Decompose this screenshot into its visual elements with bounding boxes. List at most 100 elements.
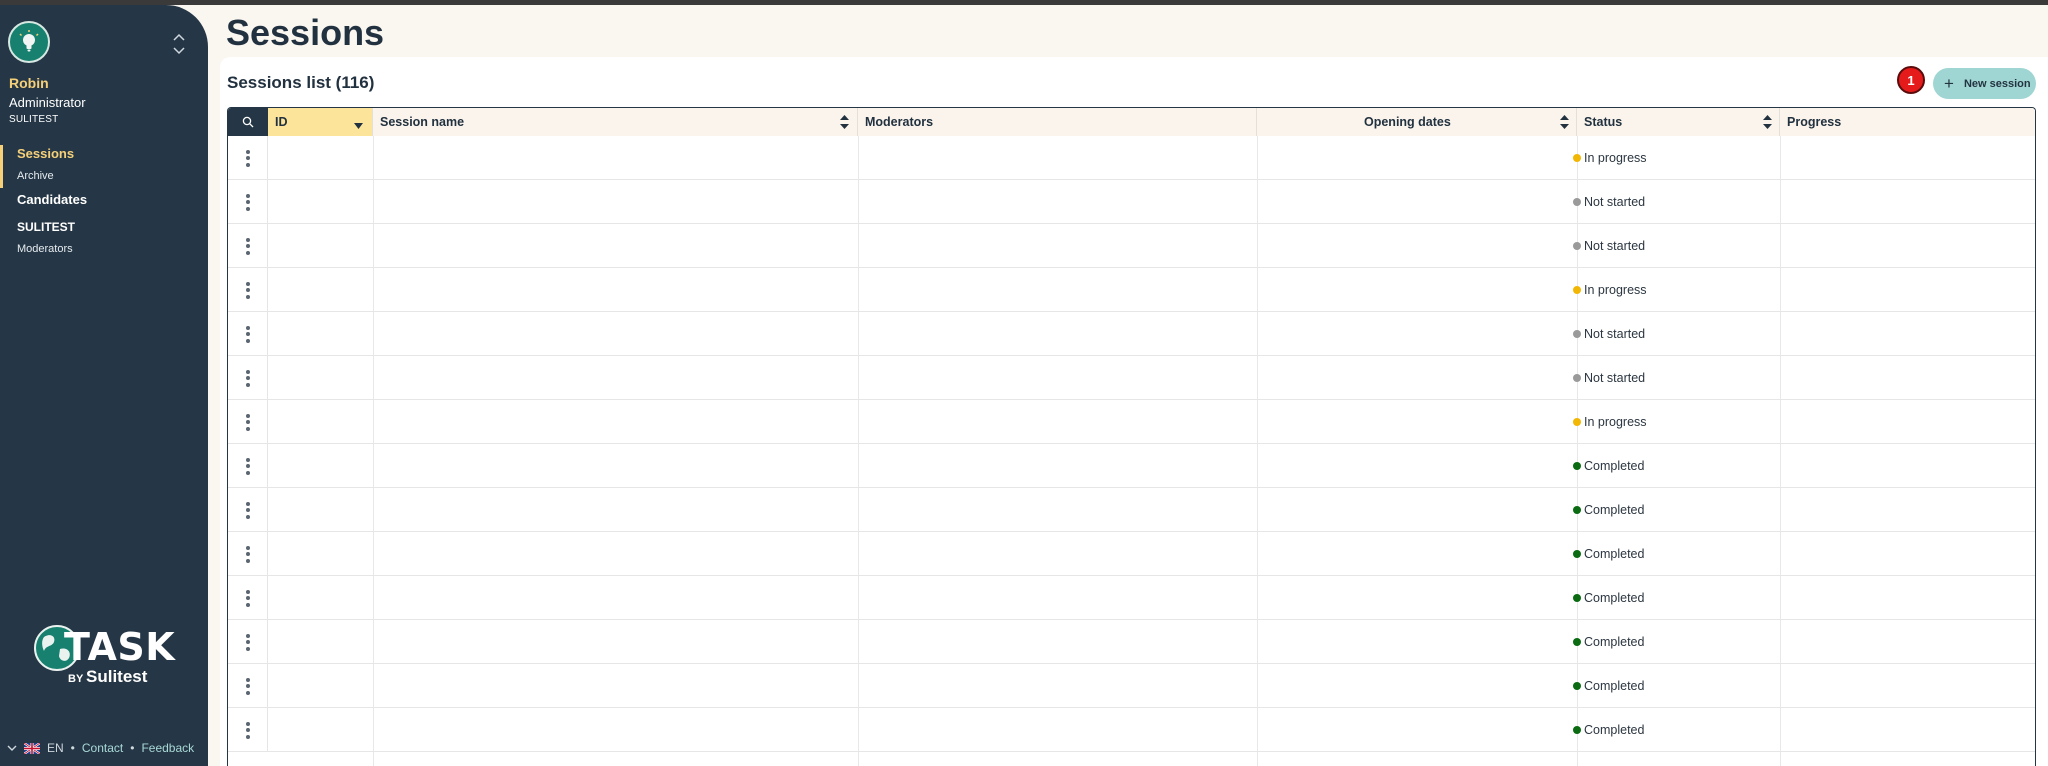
footer-separator: • bbox=[70, 741, 75, 755]
table-row[interactable]: In progress bbox=[228, 136, 2035, 180]
status-label: Completed bbox=[1584, 503, 1645, 517]
new-session-label: New session bbox=[1963, 77, 2031, 90]
new-session-button[interactable]: + New session bbox=[1933, 68, 2036, 99]
row-menu-button[interactable] bbox=[228, 136, 268, 180]
nav-group-candidates: Candidates bbox=[0, 191, 208, 209]
table-row[interactable]: Completed bbox=[228, 620, 2035, 664]
status-dot-icon bbox=[1573, 330, 1581, 338]
status-label: Not started bbox=[1584, 195, 1646, 209]
table-row[interactable]: Completed bbox=[228, 708, 2035, 752]
notification-badge[interactable]: 1 bbox=[1897, 66, 1925, 94]
status-label: Completed bbox=[1584, 591, 1645, 605]
sidebar-item-moderators[interactable]: Moderators bbox=[0, 241, 208, 257]
more-vertical-icon bbox=[245, 281, 250, 299]
row-menu-button[interactable] bbox=[228, 620, 268, 664]
sort-desc-icon[interactable] bbox=[354, 119, 363, 133]
chevron-down-icon[interactable] bbox=[7, 741, 17, 755]
sidebar-item-sessions[interactable]: Sessions bbox=[3, 145, 208, 163]
table-row[interactable]: Not started bbox=[228, 180, 2035, 224]
row-menu-button[interactable] bbox=[228, 708, 268, 752]
more-vertical-icon bbox=[245, 149, 250, 167]
search-icon bbox=[242, 116, 254, 128]
user-name: Robin bbox=[9, 75, 49, 91]
status-badge: Not started bbox=[1573, 180, 1645, 224]
column-header-progress-label: Progress bbox=[1787, 115, 1842, 129]
row-menu-button[interactable] bbox=[228, 532, 268, 576]
status-badge: Completed bbox=[1573, 708, 1644, 752]
table-row[interactable]: Completed bbox=[228, 444, 2035, 488]
footer-separator: • bbox=[130, 741, 135, 755]
status-badge: In progress bbox=[1573, 136, 1647, 180]
uk-flag-icon[interactable] bbox=[23, 741, 41, 755]
status-dot-icon bbox=[1573, 506, 1581, 514]
row-menu-button[interactable] bbox=[228, 664, 268, 708]
column-header-moderators: Moderators bbox=[858, 108, 1257, 136]
language-label[interactable]: EN bbox=[47, 741, 64, 755]
more-vertical-icon bbox=[245, 589, 250, 607]
status-label: Completed bbox=[1584, 635, 1645, 649]
status-dot-icon bbox=[1573, 594, 1581, 602]
sidebar-item-candidates[interactable]: Candidates bbox=[0, 191, 208, 209]
row-menu-button[interactable] bbox=[228, 444, 268, 488]
window-top-bar bbox=[0, 0, 2048, 5]
status-label: Completed bbox=[1584, 723, 1645, 737]
table-header: ID Session name Moderators Opening dates… bbox=[228, 108, 2035, 136]
sessions-table: ID Session name Moderators Opening dates… bbox=[227, 107, 2036, 766]
sort-icon[interactable] bbox=[1560, 115, 1569, 129]
status-badge: Completed bbox=[1573, 576, 1644, 620]
status-label: Not started bbox=[1584, 371, 1646, 385]
status-label: In progress bbox=[1584, 283, 1647, 297]
table-row[interactable]: Not started bbox=[228, 356, 2035, 400]
table-row[interactable]: Completed bbox=[228, 488, 2035, 532]
more-vertical-icon bbox=[245, 721, 250, 739]
table-row[interactable]: Completed bbox=[228, 532, 2035, 576]
status-label: Not started bbox=[1584, 327, 1646, 341]
table-row[interactable]: Completed bbox=[228, 576, 2035, 620]
table-row[interactable]: Completed bbox=[228, 664, 2035, 708]
status-label: Completed bbox=[1584, 459, 1645, 473]
status-badge: Completed bbox=[1573, 488, 1644, 532]
column-header-status[interactable]: Status bbox=[1577, 108, 1780, 136]
page-title: Sessions bbox=[226, 12, 385, 53]
sort-icon[interactable] bbox=[840, 115, 849, 129]
table-search-button[interactable] bbox=[228, 108, 268, 136]
row-menu-button[interactable] bbox=[228, 488, 268, 532]
table-row[interactable]: In progress bbox=[228, 268, 2035, 312]
status-badge: Not started bbox=[1573, 312, 1645, 356]
status-badge: Completed bbox=[1573, 620, 1644, 664]
sessions-list-title: Sessions list (116) bbox=[227, 73, 375, 92]
sort-icon[interactable] bbox=[1763, 115, 1772, 129]
nav-group-sessions: Sessions Archive bbox=[0, 145, 208, 188]
status-dot-icon bbox=[1573, 638, 1581, 646]
table-row[interactable]: In progress bbox=[228, 400, 2035, 444]
status-dot-icon bbox=[1573, 550, 1581, 558]
status-dot-icon bbox=[1573, 682, 1581, 690]
more-vertical-icon bbox=[245, 677, 250, 695]
more-vertical-icon bbox=[245, 501, 250, 519]
row-menu-button[interactable] bbox=[228, 268, 268, 312]
column-header-opening-dates[interactable]: Opening dates bbox=[1257, 108, 1577, 136]
column-header-id[interactable]: ID bbox=[268, 108, 373, 136]
column-header-session-name[interactable]: Session name bbox=[373, 108, 858, 136]
sidebar-item-archive[interactable]: Archive bbox=[3, 168, 208, 184]
row-menu-button[interactable] bbox=[228, 312, 268, 356]
status-badge: Completed bbox=[1573, 664, 1644, 708]
column-header-session-name-label: Session name bbox=[380, 115, 465, 129]
row-menu-button[interactable] bbox=[228, 224, 268, 268]
row-menu-button[interactable] bbox=[228, 576, 268, 620]
table-row[interactable]: Not started bbox=[228, 312, 2035, 356]
status-dot-icon bbox=[1573, 726, 1581, 734]
chevron-up-down-icon[interactable] bbox=[170, 31, 188, 57]
row-menu-button[interactable] bbox=[228, 180, 268, 224]
sidebar-heading-organization: SULITEST bbox=[17, 220, 76, 234]
table-row[interactable]: Not started bbox=[228, 224, 2035, 268]
more-vertical-icon bbox=[245, 369, 250, 387]
status-badge: Not started bbox=[1573, 224, 1645, 268]
status-label: In progress bbox=[1584, 151, 1647, 165]
row-menu-button[interactable] bbox=[228, 400, 268, 444]
app-logo-icon[interactable] bbox=[8, 21, 50, 63]
feedback-link[interactable]: Feedback bbox=[141, 741, 194, 755]
more-vertical-icon bbox=[245, 633, 250, 651]
row-menu-button[interactable] bbox=[228, 356, 268, 400]
contact-link[interactable]: Contact bbox=[82, 741, 123, 755]
